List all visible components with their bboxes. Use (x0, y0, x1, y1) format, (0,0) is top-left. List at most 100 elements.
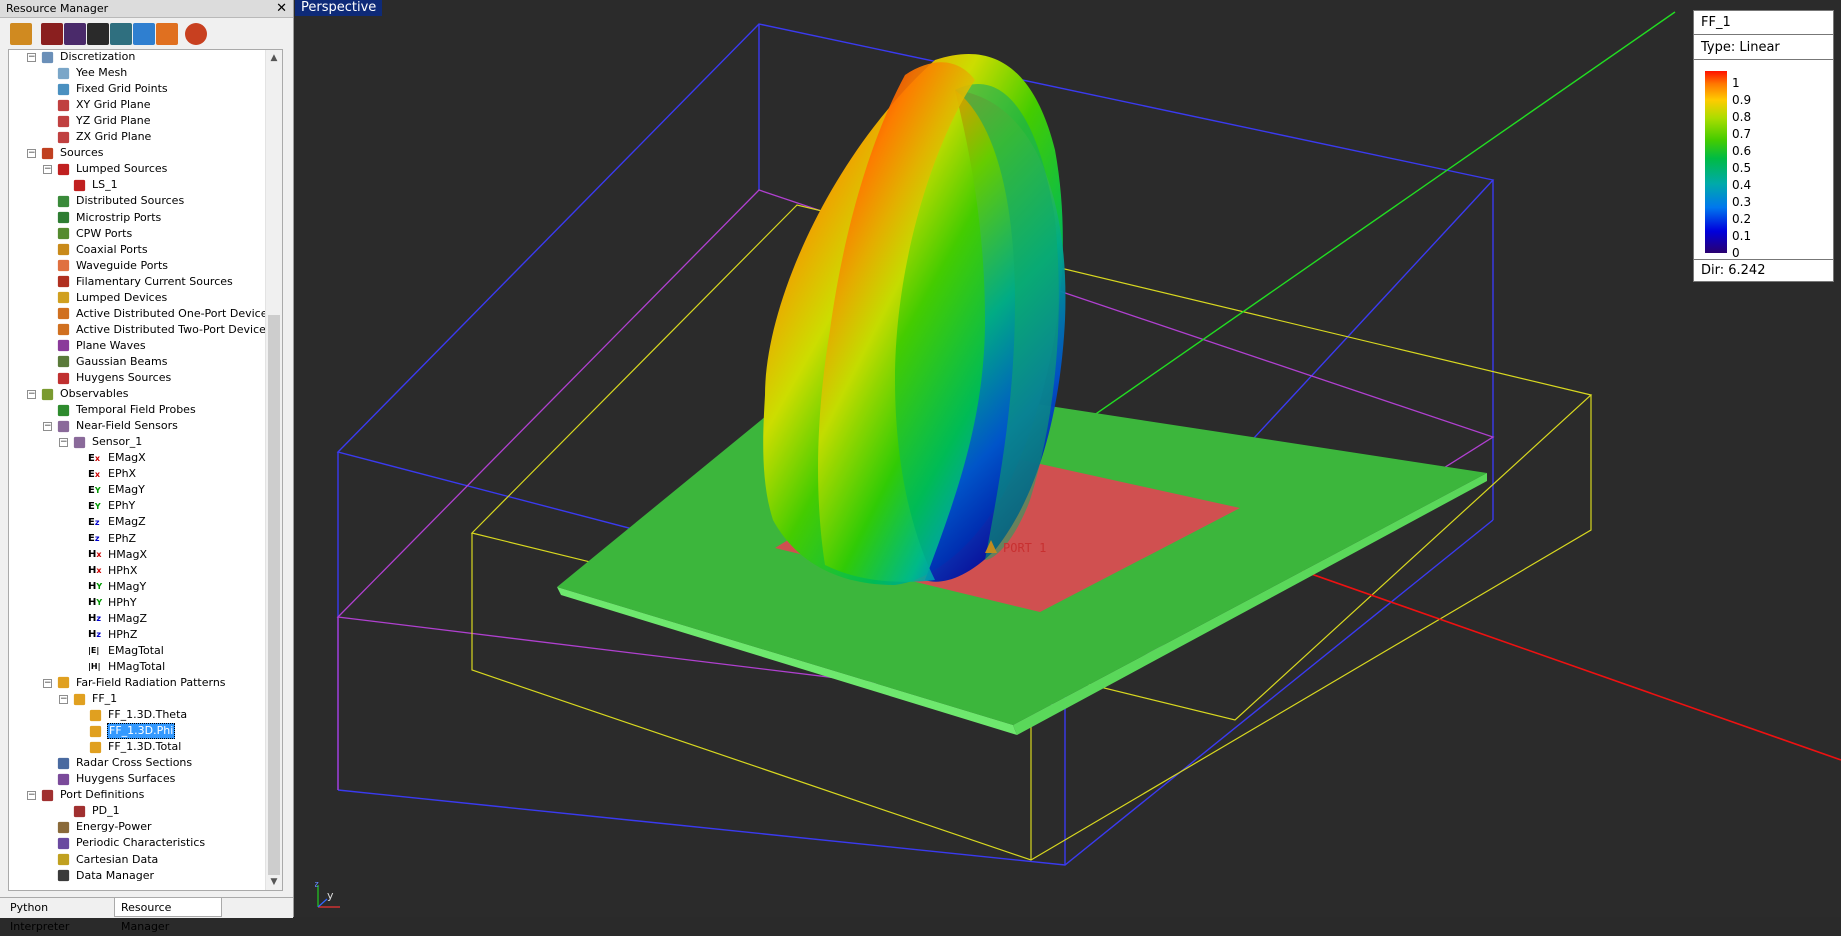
legend-tick-label: 0.2 (1732, 212, 1752, 226)
scroll-down-icon[interactable]: ▼ (266, 874, 282, 890)
collapse-icon[interactable]: − (59, 695, 68, 704)
tree-item[interactable]: |H| HMagTotal (88, 659, 166, 675)
collapse-icon[interactable]: − (27, 390, 36, 400)
tree-item[interactable]: Yee Mesh (56, 65, 128, 81)
scroll-up-icon[interactable]: ▲ (266, 50, 282, 66)
tree-item[interactable]: Coaxial Ports (56, 242, 149, 258)
tree-item[interactable]: Lumped Devices (56, 290, 168, 306)
tab-resource-manager[interactable]: Resource Manager (114, 898, 222, 933)
tree-item[interactable]: Ez EPhZ (88, 531, 137, 547)
tree-item[interactable]: Plane Waves (56, 338, 147, 354)
tree-item-label: HMagY (108, 579, 147, 593)
geometry-view-icon[interactable] (41, 23, 63, 45)
legend-tick-label: 0.1 (1732, 229, 1752, 243)
path-icon[interactable] (156, 23, 178, 45)
tree-item[interactable]: Ex EPhX (88, 466, 137, 482)
tree-item[interactable]: Waveguide Ports (56, 258, 169, 274)
tree-item[interactable]: HY HPhY (88, 595, 138, 611)
close-icon[interactable]: ✕ (276, 0, 287, 17)
collapse-icon[interactable]: − (43, 422, 52, 432)
tree-item[interactable]: Cartesian Data (56, 852, 159, 868)
distributed-source-icon (57, 195, 70, 208)
tree-item[interactable]: Ez EMagZ (88, 514, 147, 530)
tree-item[interactable]: FF_1 (72, 691, 118, 707)
tree-item-label: Microstrip Ports (76, 210, 162, 224)
collapse-icon[interactable]: − (59, 438, 68, 448)
collapse-icon[interactable]: − (27, 53, 36, 62)
lumped-device-icon (57, 292, 70, 304)
tree-item[interactable]: Ex EMagX (88, 450, 147, 466)
target-icon[interactable] (185, 23, 207, 45)
tree-item[interactable]: Gaussian Beams (56, 354, 168, 370)
tree-item[interactable]: Huygens Sources (56, 370, 172, 386)
tree-item[interactable]: Huygens Surfaces (56, 771, 176, 787)
tree-item[interactable]: Hz HMagZ (88, 611, 148, 627)
tree-item-label: LS_1 (92, 178, 118, 192)
tree-item[interactable]: Near-Field Sensors (56, 418, 179, 434)
tree-item[interactable]: Observables (40, 386, 129, 402)
tree-item-label: HPhZ (108, 627, 138, 641)
tree-item[interactable]: CPW Ports (56, 226, 133, 242)
network-icon[interactable] (110, 23, 132, 45)
tree-item[interactable]: FF_1.3D.Phi (88, 723, 176, 740)
tree-item[interactable]: Radar Cross Sections (56, 755, 193, 771)
tree-item[interactable]: Port Definitions (40, 787, 145, 803)
tree-item[interactable]: EY EPhY (88, 498, 136, 514)
axis-plane-icon (57, 99, 70, 111)
tree-item[interactable]: Temporal Field Probes (56, 402, 197, 418)
collapse-icon[interactable]: − (27, 149, 36, 159)
tree-item[interactable]: LS_1 (72, 177, 119, 193)
results-view-icon[interactable] (87, 23, 109, 45)
tree-item[interactable]: YZ Grid Plane (56, 113, 152, 129)
tree-item[interactable]: Hz HPhZ (88, 627, 138, 643)
open-project-icon[interactable] (10, 23, 32, 45)
tree-item-label: Coaxial Ports (76, 242, 148, 256)
tree-item[interactable]: Distributed Sources (56, 193, 185, 209)
tree-item[interactable]: Sensor_1 (72, 434, 143, 450)
tree-item[interactable]: Hx HMagX (88, 547, 148, 563)
tree-item[interactable]: Data Manager (56, 868, 155, 884)
collapse-icon[interactable]: − (43, 165, 52, 175)
collapse-icon[interactable]: − (43, 678, 52, 688)
field-component-icon: Hz (88, 613, 102, 625)
energy-icon (57, 821, 70, 834)
tree-item[interactable]: Microstrip Ports (56, 210, 162, 226)
tree-item[interactable]: ZX Grid Plane (56, 129, 152, 145)
microstrip-port-icon (57, 211, 70, 224)
tree-item[interactable]: |E| EMagTotal (88, 643, 165, 659)
tree-item-label: Huygens Surfaces (76, 772, 176, 786)
collapse-icon[interactable]: − (27, 791, 36, 801)
tree-item[interactable]: Active Distributed Two-Port Devices (56, 322, 267, 338)
tree-item[interactable]: FF_1.3D.Theta (88, 707, 188, 723)
3d-viewport[interactable]: PORT 1 Perspective FF_1 Type: Linear Dir… (295, 0, 1841, 917)
tree-item[interactable]: XY Grid Plane (56, 97, 152, 113)
tree-item[interactable]: Sources (40, 145, 105, 161)
tree-item[interactable]: Energy-Power (56, 819, 153, 835)
tree-item[interactable]: Hx HPhX (88, 563, 138, 579)
tree-item-label: Waveguide Ports (76, 258, 168, 272)
tree-item[interactable]: HY HMagY (88, 579, 147, 595)
tree-item[interactable]: Active Distributed One-Port Devices (56, 306, 267, 322)
resource-tree[interactable]: − Discretization Yee Mesh Fixed Grid Points… (8, 49, 283, 891)
scatter-icon[interactable] (133, 23, 155, 45)
tree-item[interactable]: Far-Field Radiation Patterns (56, 675, 227, 691)
data-manager-icon (57, 869, 70, 882)
tree-scrollbar[interactable]: ▲ ▼ (265, 50, 282, 890)
tree-item[interactable]: EY EMagY (88, 482, 146, 498)
tree-item[interactable]: FF_1.3D.Total (88, 739, 182, 755)
axis-plane-icon (57, 115, 70, 127)
tree-item[interactable]: PD_1 (72, 803, 121, 819)
tree-item[interactable]: Lumped Sources (56, 161, 168, 177)
tree-item[interactable]: Periodic Characteristics (56, 835, 206, 851)
tree-item[interactable]: Discretization (40, 50, 136, 65)
scene-canvas[interactable]: PORT 1 (295, 0, 1841, 917)
mesh-view-icon[interactable] (64, 23, 86, 45)
grid-points-icon (57, 83, 70, 95)
tree-item[interactable]: Fixed Grid Points (56, 81, 169, 97)
far-field-icon (57, 677, 70, 689)
tree-item[interactable]: Filamentary Current Sources (56, 274, 234, 290)
tree-item-label: HMagZ (108, 611, 148, 625)
tab-python-interpreter[interactable]: Python Interpreter (4, 898, 112, 933)
field-probe-icon (57, 404, 70, 416)
scroll-thumb[interactable] (268, 315, 280, 875)
